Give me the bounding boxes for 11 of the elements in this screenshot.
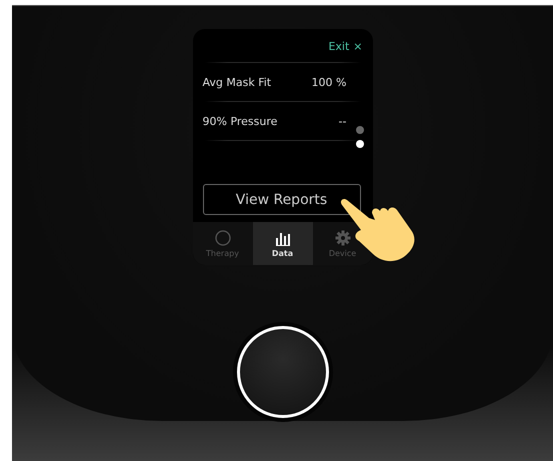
row-value: -- (338, 114, 346, 128)
row-label: Avg Mask Fit (202, 76, 272, 88)
nav-tab[interactable]: Data (252, 222, 312, 265)
page-dot[interactable] (356, 140, 364, 148)
row-value: 100 % (312, 76, 346, 88)
exit-button[interactable]: Exit × (328, 36, 362, 56)
view-reports-button[interactable]: View Reports (202, 184, 360, 215)
page-dot[interactable] (356, 126, 364, 134)
circle-icon (214, 230, 230, 246)
gear-icon (334, 230, 350, 246)
row-label: 90% Pressure (202, 114, 278, 128)
